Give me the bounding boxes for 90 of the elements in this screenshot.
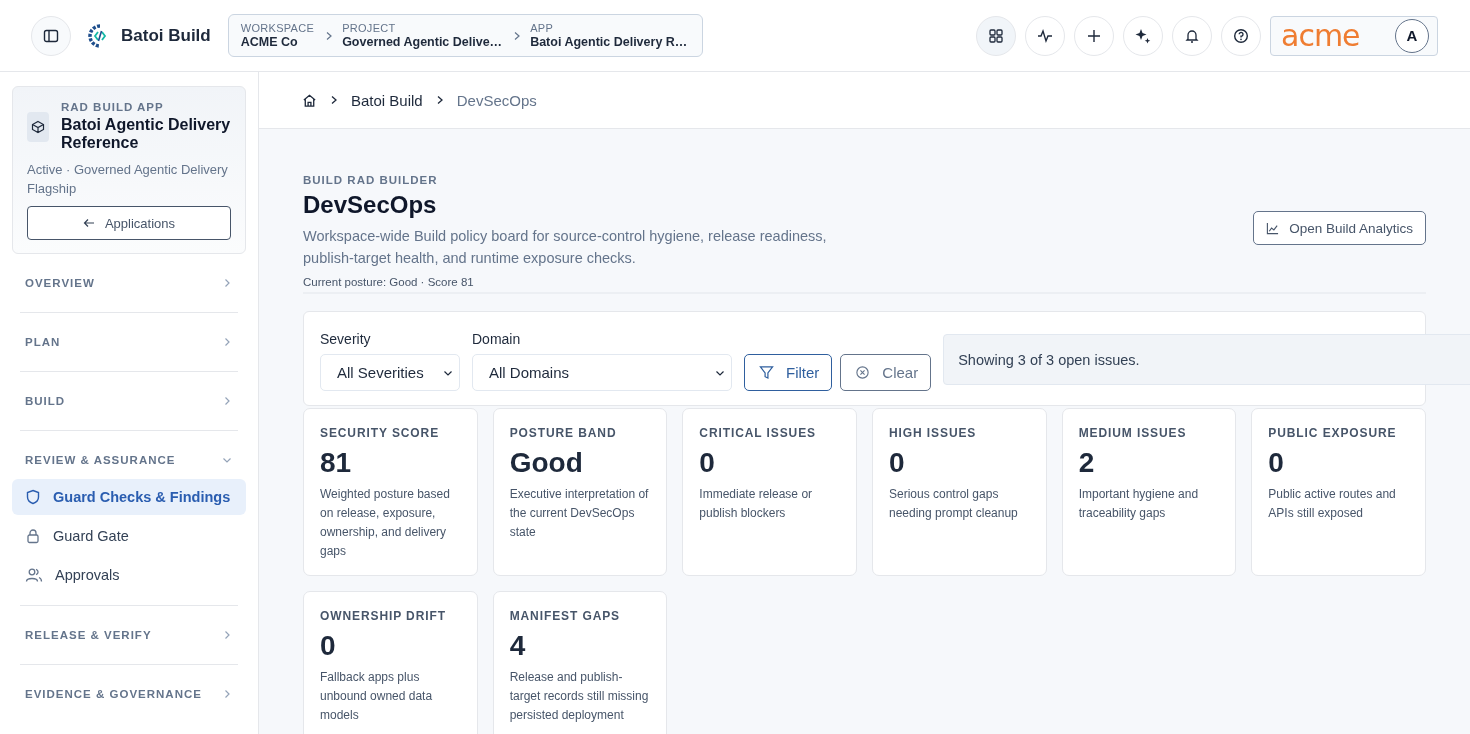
bell-icon [1184, 27, 1200, 44]
chevron-right-icon [222, 689, 232, 700]
funnel-icon [759, 365, 774, 380]
sidebar-icon [43, 27, 59, 44]
metric-label: PUBLIC EXPOSURE [1268, 426, 1398, 440]
shield-icon [25, 489, 41, 506]
context-label: WORKSPACE [240, 22, 315, 35]
domain-select[interactable]: All Domains [472, 354, 732, 391]
page-description: Workspace-wide Build policy board for source-control hygiene, release readiness, publish-target health, and runtime exposure checks. [303, 227, 828, 268]
metric-label: OWNERSHIP DRIFT [320, 609, 447, 623]
chevron-right-icon [329, 95, 339, 105]
nav-item[interactable]: Guard Checks & Findings [12, 479, 246, 516]
context-value: Governed Agentic Delive… [342, 34, 503, 49]
breadcrumb-link[interactable]: Batoi Build [351, 91, 423, 109]
field-label: Severity [320, 331, 372, 347]
metric-label: SECURITY SCORE [320, 426, 441, 440]
lock-icon [25, 528, 41, 545]
metric-label: MANIFEST GAPS [509, 609, 622, 623]
sidebar-toggle-button[interactable] [31, 15, 71, 56]
context-switcher[interactable]: WORKSPACE ACME Co PROJECT Governed Agentic Delive… APP Batoi Agentic Delivery R… [227, 14, 704, 57]
chevron-right-icon [222, 337, 232, 348]
metric-value: Good [509, 446, 584, 480]
nav-section-header[interactable]: EVIDENCE & GOVERNANCE [12, 665, 246, 724]
breadcrumb-current: DevSecOps [456, 91, 537, 109]
metric-label: MEDIUM ISSUES [1078, 426, 1188, 440]
field-label: Domain [472, 331, 522, 347]
metric-value: 0 [1268, 446, 1285, 480]
open-analytics-button[interactable]: Open Build Analytics [1253, 211, 1426, 245]
nav-section-header[interactable]: RELEASE & VERIFY [12, 606, 246, 665]
nav-section-header[interactable]: PLAN [12, 313, 246, 372]
metric-description: Public active routes and APIs still exposed [1268, 486, 1397, 522]
metric-description: Serious control gaps needing prompt cleanup [889, 486, 1019, 522]
add-button[interactable] [1074, 15, 1114, 56]
sparkle-icon [1135, 27, 1151, 44]
apps-grid-button[interactable] [976, 15, 1016, 56]
company-logo: acme [1281, 20, 1360, 51]
app-status-text: Active · Governed Agentic Delivery Flagship [27, 161, 229, 199]
chevron-right-icon [222, 396, 232, 407]
help-button[interactable] [1221, 15, 1261, 56]
app-title: Batoi Agentic Delivery Reference [61, 116, 231, 152]
metric-description: Fallback apps plus unbound owned data models [320, 669, 434, 724]
product-name: Batoi Build [121, 25, 211, 46]
home-icon[interactable] [302, 92, 317, 108]
metric-label: CRITICAL ISSUES [699, 426, 817, 440]
account-menu[interactable]: acme A [1270, 15, 1438, 56]
nav-item[interactable]: Approvals [12, 557, 246, 594]
results-status: Showing 3 of 3 open issues. [943, 334, 1470, 385]
notifications-button[interactable] [1172, 15, 1212, 56]
chart-icon [1266, 221, 1280, 235]
metric-description: Release and publish-target records still missing persisted deployment [509, 669, 650, 724]
page-eyebrow: BUILD RAD BUILDER [303, 174, 439, 186]
context-value: Batoi Agentic Delivery R… [530, 34, 688, 49]
grid-icon [988, 27, 1004, 44]
metric-description: Weighted posture based on release, exposure, ownership, and delivery gaps [320, 486, 451, 560]
back-to-applications-button[interactable]: Applications [27, 206, 231, 241]
metric-description: Executive interpretation of the current DevSecOps state [509, 486, 650, 541]
clear-button[interactable]: Clear [840, 354, 932, 391]
clear-icon [855, 365, 871, 380]
metric-description: Immediate release or publish blockers [699, 486, 814, 522]
posture-summary: Current posture: Good · Score 81 [303, 276, 475, 288]
metric-value: 2 [1078, 446, 1096, 480]
metric-value: 81 [320, 446, 353, 480]
context-label: PROJECT [342, 22, 397, 35]
pulse-icon [1037, 27, 1053, 44]
nav-section-header[interactable]: BUILD [12, 372, 246, 431]
chevron-right-icon [222, 630, 232, 641]
cube-icon [31, 120, 45, 134]
metric-value: 0 [320, 629, 337, 663]
page-title: DevSecOps [303, 191, 438, 219]
metric-label: POSTURE BAND [509, 426, 618, 440]
metric-value: 0 [889, 446, 906, 480]
chevron-right-icon [222, 278, 232, 289]
context-value: ACME Co [240, 34, 299, 49]
metric-label: HIGH ISSUES [889, 426, 978, 440]
plus-icon [1087, 28, 1101, 43]
severity-select[interactable]: All Severities [320, 354, 460, 391]
arrow-left-icon [82, 217, 95, 230]
metric-value: 0 [699, 446, 716, 480]
activity-button[interactable] [1025, 15, 1065, 56]
user-avatar[interactable]: A [1395, 18, 1429, 53]
filter-button[interactable]: Filter [744, 354, 833, 391]
nav-section-header[interactable]: OVERVIEW [12, 254, 246, 313]
help-icon [1233, 27, 1249, 44]
metric-description: Important hygiene and traceability gaps [1078, 486, 1200, 522]
context-label: APP [530, 22, 555, 35]
people-icon [25, 567, 43, 584]
app-type-label: RAD BUILD APP [61, 101, 165, 113]
ai-button[interactable] [1123, 15, 1163, 56]
metric-value: 4 [509, 629, 527, 663]
nav-item[interactable]: Guard Gate [12, 518, 246, 555]
